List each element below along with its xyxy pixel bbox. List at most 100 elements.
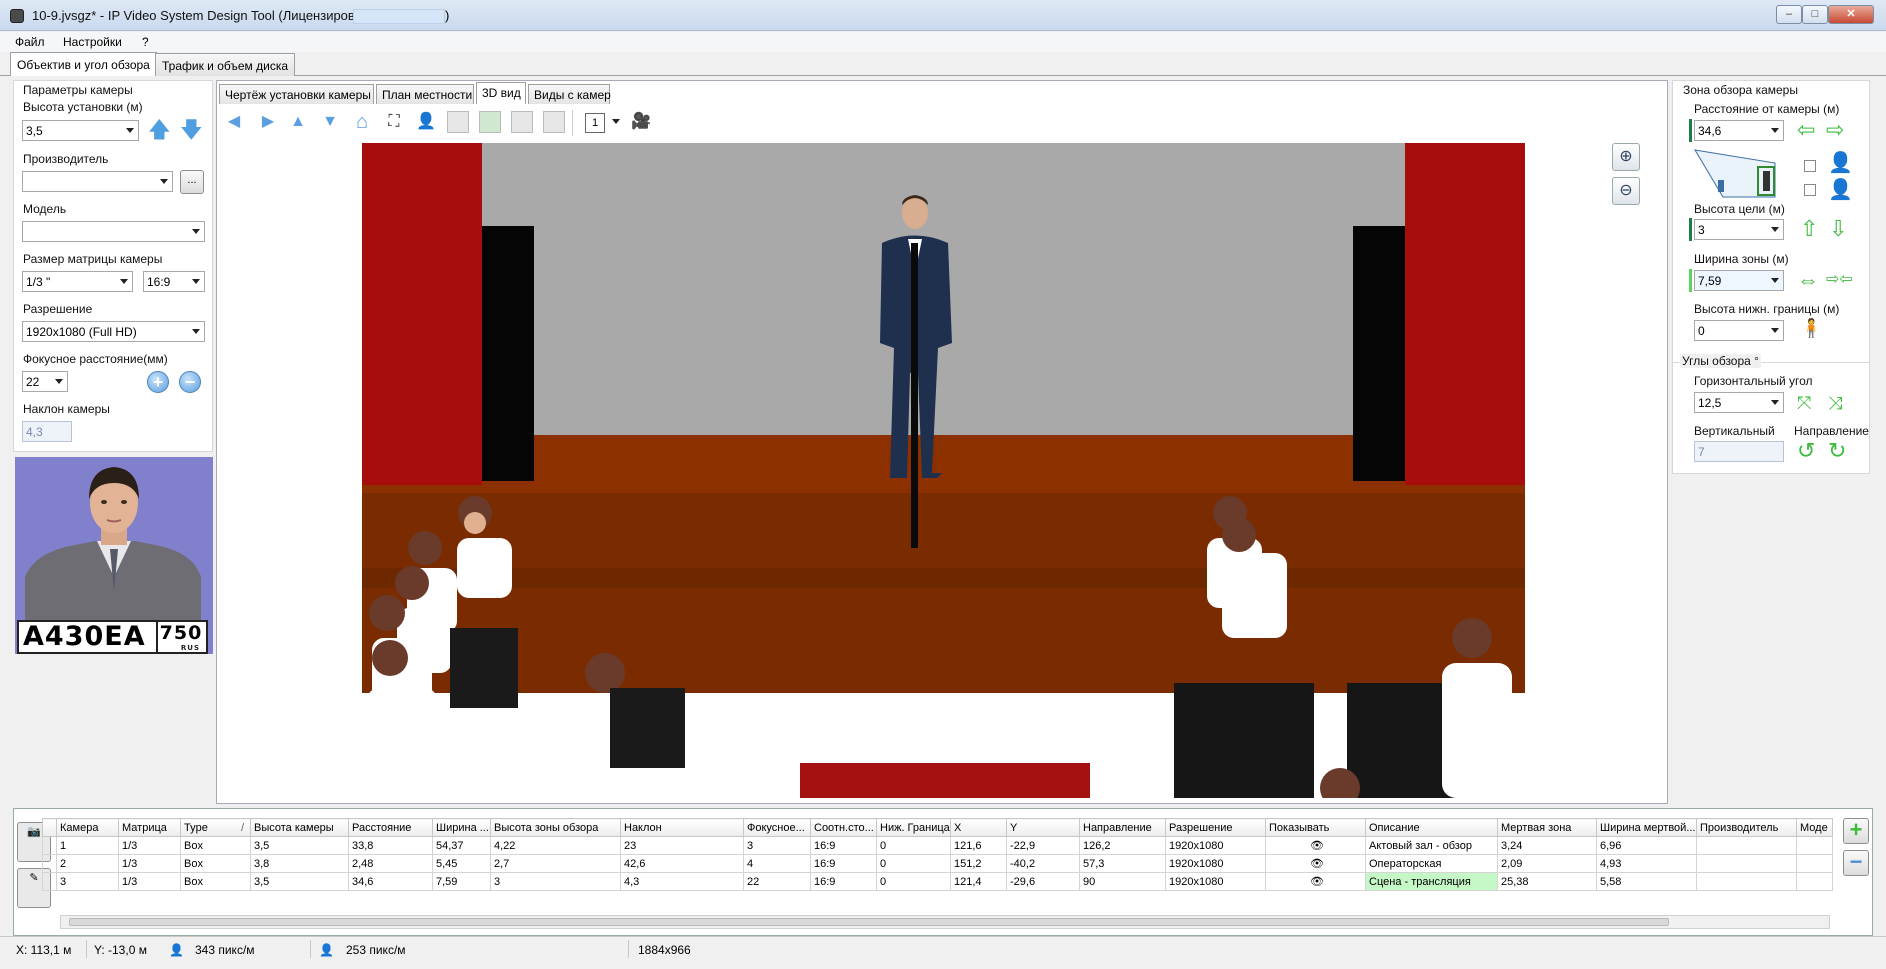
table-cell[interactable]: -29,6 (1006, 872, 1080, 891)
table-cell[interactable]: 33,8 (348, 836, 433, 855)
table-cell[interactable]: 3 (490, 872, 621, 891)
col-distance[interactable]: Расстояние (348, 818, 433, 837)
col-dead-width[interactable]: Ширина мертвой... (1596, 818, 1697, 837)
table-cell[interactable]: 121,6 (950, 836, 1007, 855)
aspect-ratio-select[interactable]: 16:9 (143, 271, 205, 292)
table-cell[interactable] (1696, 872, 1797, 891)
person-dark-icon[interactable] (511, 111, 533, 133)
col-aspect[interactable]: Соотн.сто... (810, 818, 877, 837)
table-cell[interactable]: 25,38 (1497, 872, 1597, 891)
table-cell[interactable]: 3,5 (250, 836, 349, 855)
table-cell[interactable]: 1920x1080 (1165, 854, 1266, 873)
table-cell[interactable]: 1 (56, 836, 119, 855)
table-cell[interactable]: 0 (876, 872, 951, 891)
distance-decrease-arrow-icon[interactable]: ⇦ (1797, 119, 1815, 141)
table-cell[interactable]: 7,59 (432, 872, 491, 891)
rotate-right-icon[interactable]: ↻ (1828, 440, 1846, 462)
distance-increase-arrow-icon[interactable]: ⇨ (1826, 119, 1844, 141)
lower-bound-select[interactable]: 0 (1694, 320, 1784, 341)
visibility-eye-icon[interactable]: 👁 (1265, 872, 1366, 891)
person-view-icon[interactable]: 👤 (414, 110, 438, 134)
visibility-eye-icon[interactable]: 👁 (1265, 854, 1366, 873)
col-lower-bound[interactable]: Ниж. Граница (876, 818, 951, 837)
minimize-button[interactable]: – (1776, 5, 1802, 24)
table-cell[interactable]: 1920x1080 (1165, 836, 1266, 855)
table-cell[interactable]: 90 (1079, 872, 1166, 891)
focal-decrease-button[interactable]: − (179, 371, 201, 393)
table-cell[interactable]: Сцена - трансляция (1365, 872, 1498, 891)
row-selector[interactable] (42, 836, 57, 855)
table-cell[interactable]: 16:9 (810, 872, 877, 891)
col-direction[interactable]: Направление (1079, 818, 1166, 837)
table-cell[interactable] (1696, 854, 1797, 873)
target-height-down-arrow-icon[interactable]: ⇩ (1829, 218, 1847, 240)
install-height-select[interactable]: 3,5 (22, 120, 139, 141)
col-dead-zone[interactable]: Мертвая зона (1497, 818, 1597, 837)
table-cell[interactable]: 3 (56, 872, 119, 891)
nav-up-icon[interactable]: ▲ (286, 110, 310, 134)
tab-lens-angle[interactable]: Объектив и угол обзора (10, 52, 157, 76)
resolution-select[interactable]: 1920x1080 (Full HD) (22, 321, 205, 342)
table-cell[interactable]: 54,37 (432, 836, 491, 855)
person-grey-icon[interactable] (543, 111, 565, 133)
table-cell[interactable]: 2 (56, 854, 119, 873)
table-cell[interactable]: Box (180, 872, 251, 891)
home-view-icon[interactable]: ⌂ (350, 110, 374, 134)
table-row[interactable]: 2 1/3 Box 3,8 2,48 5,45 2,7 42,6 4 16:9 0 151,2 -40,… (42, 854, 1833, 873)
nav-left-icon[interactable]: ◀ (222, 110, 246, 134)
table-cell[interactable]: Актовый зал - обзор (1365, 836, 1498, 855)
menu-file[interactable]: Файл (15, 35, 45, 49)
target-height-select[interactable]: 3 (1694, 219, 1784, 240)
3d-scene-view[interactable] (362, 143, 1525, 798)
chevron-down-icon[interactable] (612, 119, 620, 124)
horizontal-angle-select[interactable]: 12,5 (1694, 392, 1784, 413)
remove-camera-button[interactable]: − (1843, 850, 1869, 876)
distance-select[interactable]: 34,6 (1694, 120, 1784, 141)
person-zone-icon[interactable] (479, 111, 501, 133)
table-cell[interactable]: Операторская (1365, 854, 1498, 873)
table-cell[interactable]: 2,09 (1497, 854, 1597, 873)
table-cell[interactable]: -40,2 (1006, 854, 1080, 873)
table-cell[interactable]: 4,93 (1596, 854, 1697, 873)
focal-increase-button[interactable]: + (147, 371, 169, 393)
table-cell[interactable]: 1/3 (118, 872, 181, 891)
table-cell[interactable]: 4,3 (620, 872, 744, 891)
table-cell[interactable]: 1/3 (118, 836, 181, 855)
table-cell[interactable]: Box (180, 854, 251, 873)
table-cell[interactable]: 34,6 (348, 872, 433, 891)
table-cell[interactable]: 16:9 (810, 836, 877, 855)
row-selector[interactable] (42, 854, 57, 873)
col-focal[interactable]: Фокусное... (743, 818, 811, 837)
person-standing-icon[interactable] (447, 111, 469, 133)
table-cell[interactable]: 2,48 (348, 854, 433, 873)
zone-width-select[interactable]: 7,59 (1694, 270, 1784, 291)
tab-terrain-plan[interactable]: План местности (376, 84, 474, 104)
col-x[interactable]: X (950, 818, 1007, 837)
female-checkbox[interactable] (1804, 184, 1816, 196)
col-sensor[interactable]: Матрица (118, 818, 181, 837)
table-cell[interactable] (1696, 836, 1797, 855)
table-cell[interactable]: 22 (743, 872, 811, 891)
camera-3d-icon[interactable]: 🎥 (629, 110, 653, 134)
scrollbar-thumb[interactable] (69, 918, 1669, 926)
zoom-out-button[interactable]: ⊖ (1612, 177, 1640, 205)
tab-camera-views[interactable]: Виды с камер (528, 84, 611, 104)
col-type[interactable]: Type / (180, 818, 251, 837)
table-cell[interactable]: 126,2 (1079, 836, 1166, 855)
angle-shrink-icon[interactable]: ⤨ (1828, 392, 1842, 414)
table-cell[interactable]: 3,8 (250, 854, 349, 873)
model-select[interactable] (22, 221, 205, 242)
table-cell[interactable]: 0 (876, 854, 951, 873)
table-cell[interactable]: 5,45 (432, 854, 491, 873)
table-cell[interactable]: 151,2 (950, 854, 1007, 873)
zone-width-shrink-icon[interactable]: ⇨⇦ (1826, 269, 1853, 291)
zone-width-expand-icon[interactable]: ⇔ (1797, 269, 1819, 291)
rotate-left-icon[interactable]: ↺ (1797, 440, 1815, 462)
add-camera-button[interactable]: + (1843, 818, 1869, 844)
menu-help[interactable]: ? (142, 35, 149, 49)
zoom-in-button[interactable]: ⊕ (1612, 143, 1640, 171)
table-cell[interactable]: 5,58 (1596, 872, 1697, 891)
col-zone-height[interactable]: Высота зоны обзора (490, 818, 621, 837)
col-width[interactable]: Ширина ... (432, 818, 491, 837)
camera-number-select[interactable]: 1 (585, 113, 605, 133)
